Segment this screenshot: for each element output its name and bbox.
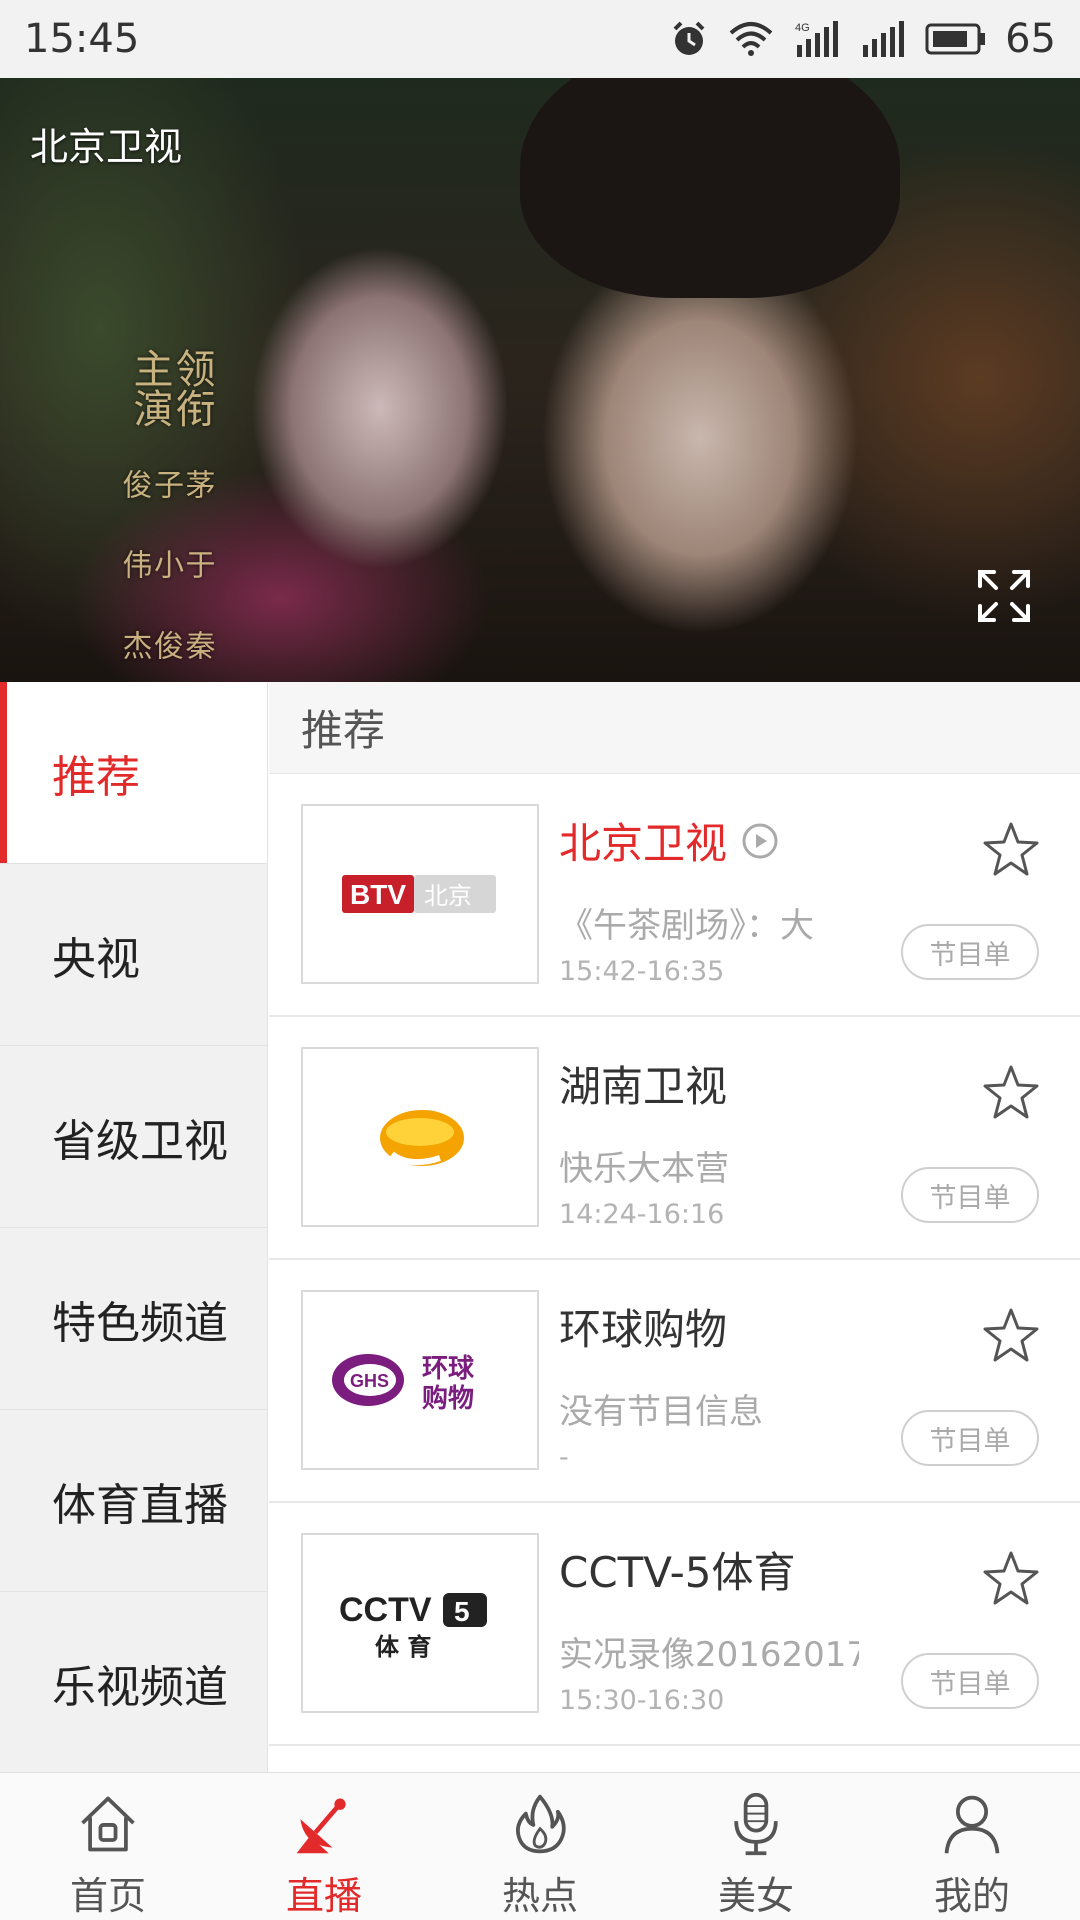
wifi-icon [729,22,773,56]
svg-text:GHS: GHS [350,1371,389,1391]
signal-icon: 4G [795,21,839,57]
satellite-dish-icon [296,1798,346,1854]
video-player[interactable]: 北京卫视 领衔主演 茅子俊 于小伟 秦俊杰 [0,78,1080,682]
svg-text:5: 5 [454,1596,470,1627]
star-icon[interactable] [979,1547,1043,1611]
nav-me[interactable]: 我的 [864,1773,1080,1920]
channel-logo: BTV 北京 [301,804,539,984]
status-bar: 15:45 4G 65 [0,0,1080,78]
channel-name-text: CCTV-5体育 [559,1548,796,1597]
nav-label: 我的 [933,1874,1010,1918]
nav-label: 直播 [285,1874,362,1918]
hunan-tv-logo [380,1110,464,1166]
channel-time: 15:42-16:35 [559,956,725,987]
svg-text:4G: 4G [795,22,810,34]
nav-live[interactable]: 直播 [216,1773,432,1920]
credit-line: 秦俊杰 [116,629,215,660]
category-featured[interactable]: 特色频道 [0,1228,267,1410]
category-menu: 推荐 央视 省级卫视 特色频道 体育直播 乐视频道 [0,682,268,1774]
ghs-logo: GHS 环球 购物 [332,1354,475,1414]
btv-logo: BTV 北京 [342,875,496,913]
video-frame [520,78,900,298]
player-credits: 领衔主演 茅子俊 于小伟 秦俊杰 [116,348,215,682]
nav-home[interactable]: 首页 [0,1773,216,1920]
playing-icon [742,823,778,858]
credit-line: 茅子俊 [116,469,215,500]
channel-name-text: 湖南卫视 [559,1062,728,1111]
channel-program: 没有节目信息 [559,1392,763,1432]
credit-line: 于小伟 [116,549,215,580]
signal-icon [863,21,905,57]
battery-icon [925,23,986,55]
channel-logo [301,1047,539,1227]
channel-program: 实况录像20162017 [559,1635,859,1675]
channel-logo: GHS 环球 购物 [301,1290,539,1470]
channel-time: 14:24-16:16 [559,1199,725,1230]
channel-program: 《午茶剧场》：大 [559,906,814,946]
channel-name: 环球购物 [559,1296,727,1357]
nav-hot[interactable]: 热点 [432,1773,648,1920]
svg-text:体 育: 体 育 [375,1633,431,1661]
svg-text:购物: 购物 [422,1384,474,1414]
svg-text:CCTV: CCTV [339,1591,432,1629]
channel-list-panel: 推荐 BTV 北京 北京卫视 《午茶剧场》：大 15:42-16:35 节目单 [269,682,1080,1772]
category-cctv[interactable]: 央视 [0,864,267,1046]
credit-line: 领衔主演 [126,348,215,428]
channel-time: - [559,1442,569,1473]
schedule-button[interactable]: 节目单 [901,1653,1039,1709]
cctv5-logo: CCTV 5 体 育 [339,1591,487,1661]
channel-row[interactable]: 湖南卫视 快乐大本营 14:24-16:16 节目单 [269,1017,1080,1260]
svg-text:环球: 环球 [422,1354,475,1384]
channel-name: CCTV-5体育 [559,1539,795,1600]
nav-label: 美女 [717,1874,794,1918]
channel-name: 北京卫视 [559,810,779,871]
microphone-icon [734,1792,778,1856]
schedule-button[interactable]: 节目单 [901,924,1039,980]
star-icon[interactable] [979,1304,1043,1368]
battery-level: 65 [1005,16,1056,62]
channel-name: 湖南卫视 [559,1053,727,1114]
channel-row[interactable]: CCTV 5 体 育 CCTV-5体育 实况录像20162017 15:30-1… [269,1503,1080,1746]
person-icon [944,1795,1000,1854]
home-icon [81,1796,135,1852]
category-recommended[interactable]: 推荐 [0,682,267,864]
section-title: 推荐 [269,682,1080,774]
channel-name-text: 环球购物 [559,1305,728,1354]
nav-label: 首页 [69,1874,146,1918]
nav-label: 热点 [501,1874,578,1918]
star-icon[interactable] [979,818,1043,882]
bottom-nav: 首页 直播 热点 美女 我的 [0,1772,1080,1920]
status-icons: 4G 65 [669,16,1056,62]
channel-program: 快乐大本营 [559,1149,729,1189]
channel-name-text: 北京卫视 [559,819,728,868]
svg-text:北京: 北京 [424,882,472,910]
star-icon[interactable] [979,1061,1043,1125]
channel-row[interactable]: GHS 环球 购物 环球购物 没有节目信息 - 节目单 [269,1260,1080,1503]
category-provincial[interactable]: 省级卫视 [0,1046,267,1228]
category-sports[interactable]: 体育直播 [0,1410,267,1592]
flame-icon [516,1794,566,1854]
channel-time: 15:30-16:30 [559,1685,725,1716]
alarm-icon [673,21,705,55]
status-time: 15:45 [24,16,140,62]
channel-logo: CCTV 5 体 育 [301,1533,539,1713]
player-channel-title: 北京卫视 [30,125,183,169]
fullscreen-icon[interactable] [974,566,1034,626]
schedule-button[interactable]: 节目单 [901,1167,1039,1223]
category-letv[interactable]: 乐视频道 [0,1592,267,1774]
schedule-button[interactable]: 节目单 [901,1410,1039,1466]
channel-row[interactable]: BTV 北京 北京卫视 《午茶剧场》：大 15:42-16:35 节目单 [269,774,1080,1017]
svg-text:BTV: BTV [350,879,406,910]
nav-beauty[interactable]: 美女 [648,1773,864,1920]
